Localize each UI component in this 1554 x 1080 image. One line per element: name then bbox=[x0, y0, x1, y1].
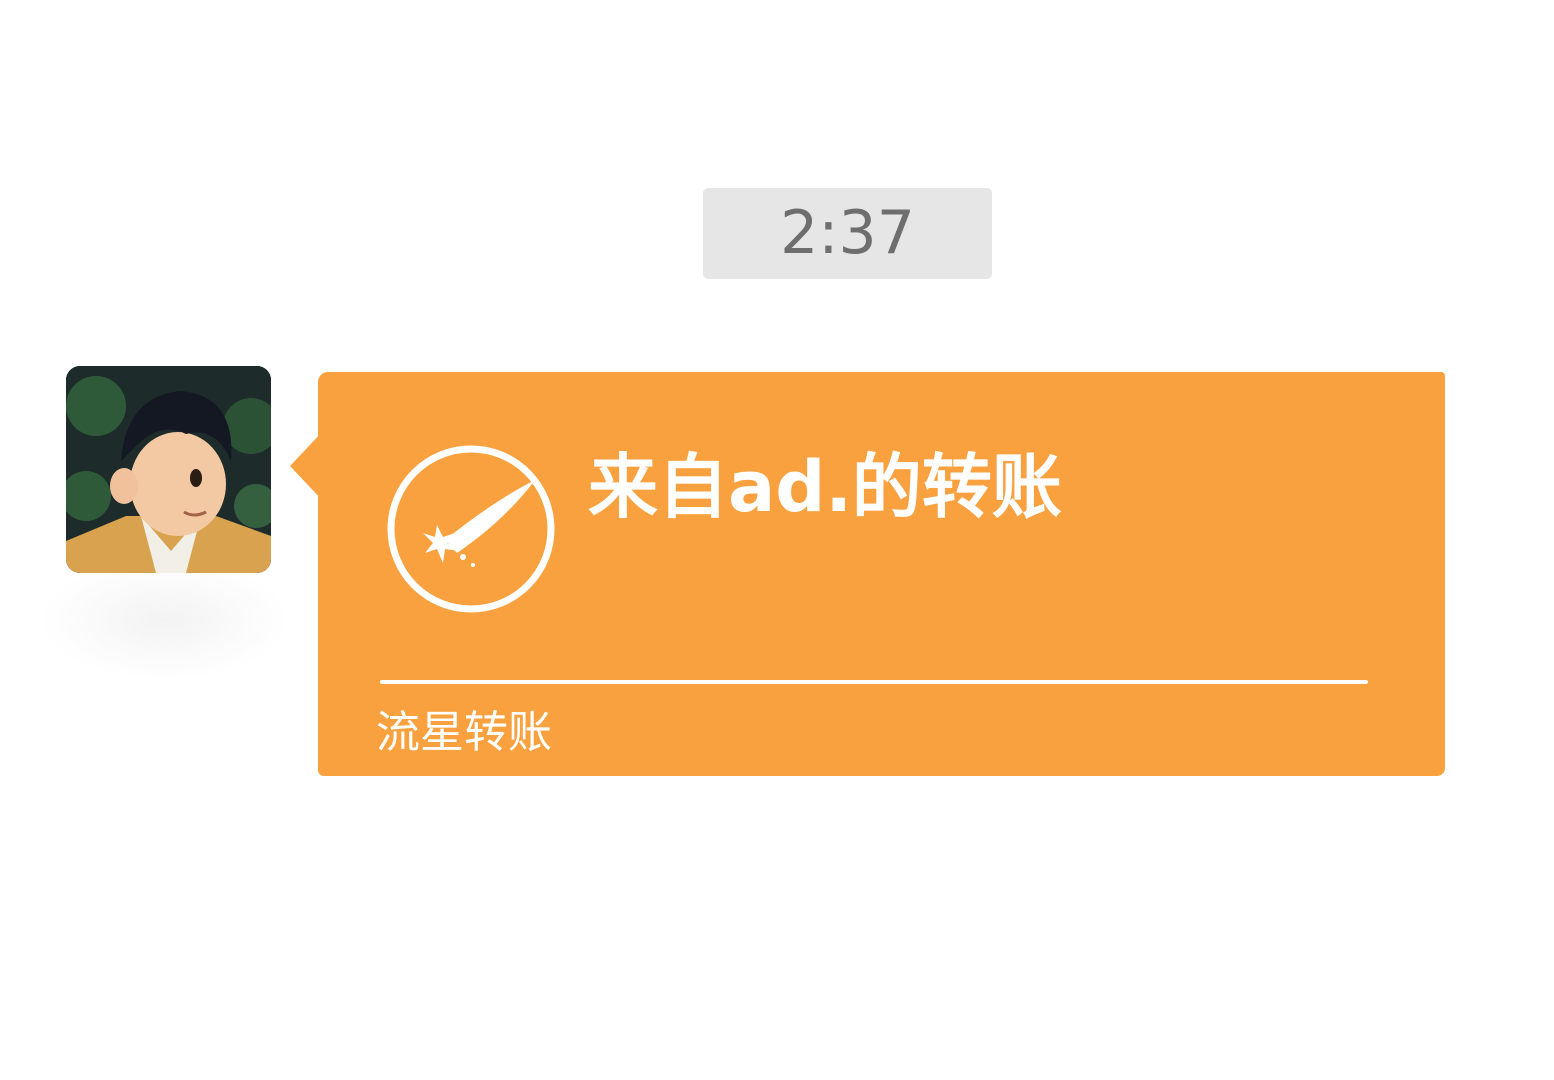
transfer-type-label: 流星转账 bbox=[376, 707, 552, 758]
avatar-shadow bbox=[40, 560, 290, 680]
sender-avatar[interactable] bbox=[66, 366, 271, 573]
transfer-divider bbox=[380, 680, 1368, 684]
message-timestamp: 2:37 bbox=[703, 188, 992, 279]
chat-view: 2:37 来自ad.的转账 流星转账 bbox=[0, 0, 1554, 1080]
transfer-title: 来自ad.的转账 bbox=[588, 446, 1062, 528]
avatar-image bbox=[66, 366, 271, 573]
shooting-star-icon bbox=[387, 445, 555, 613]
